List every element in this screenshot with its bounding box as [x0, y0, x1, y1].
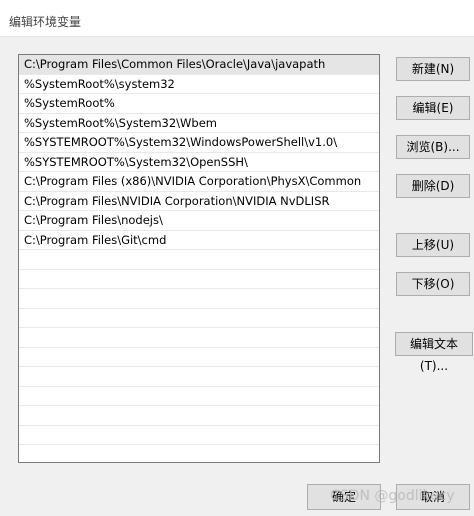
empty-row [19, 250, 379, 270]
list-item-text: %SystemRoot%\system32 [24, 76, 175, 91]
list-item-text: C:\Program Files (x86)\NVIDIA Corporatio… [24, 174, 362, 188]
list-item-text: C:\Program Files\Git\cmd [24, 232, 167, 247]
empty-row [19, 270, 379, 289]
ok-button[interactable]: 确定 [307, 484, 381, 510]
list-item-text: C:\Program Files\nodejs\ [24, 213, 163, 227]
list-item-text: %SystemRoot% [24, 96, 115, 110]
empty-row [19, 406, 379, 426]
list-item[interactable]: %SYSTEMROOT%\System32\WindowsPowerShell\… [19, 133, 379, 153]
path-list[interactable]: C:\Program Files\Common Files\Oracle\Jav… [18, 54, 380, 463]
list-item-text: %SYSTEMROOT%\System32\OpenSSH\ [24, 154, 248, 169]
empty-row [19, 426, 379, 445]
empty-row [19, 309, 379, 328]
list-item[interactable]: C:\Program Files\NVIDIA Corporation\NVID… [19, 192, 379, 211]
delete-button[interactable]: 删除(D) [396, 174, 470, 198]
list-item[interactable]: %SystemRoot%\System32\Wbem [19, 114, 379, 133]
list-item[interactable]: C:\Program Files\nodejs\ [19, 211, 379, 231]
list-item-text: %SYSTEMROOT%\System32\WindowsPowerShell\… [24, 135, 338, 149]
empty-row [19, 387, 379, 406]
new-button[interactable]: 新建(N) [396, 57, 470, 81]
move-down-button[interactable]: 下移(O) [396, 272, 470, 296]
cancel-button[interactable]: 取消 [396, 484, 470, 510]
empty-row [19, 328, 379, 348]
list-item-text: C:\Program Files\NVIDIA Corporation\NVID… [24, 193, 330, 208]
list-item[interactable]: C:\Program Files\Git\cmd [19, 231, 379, 250]
empty-row [19, 348, 379, 367]
empty-row [19, 445, 379, 462]
edit-button[interactable]: 编辑(E) [396, 96, 470, 120]
title-bar: 编辑环境变量 [0, 6, 474, 37]
list-item[interactable]: C:\Program Files (x86)\NVIDIA Corporatio… [19, 172, 379, 192]
list-item-text: %SystemRoot%\System32\Wbem [24, 115, 218, 130]
empty-row [19, 289, 379, 309]
list-item[interactable]: C:\Program Files\Common Files\Oracle\Jav… [19, 55, 379, 75]
dialog-title: 编辑环境变量 [9, 15, 82, 29]
edit-text-button[interactable]: 编辑文本(T)... [395, 332, 473, 373]
list-item[interactable]: %SystemRoot%\system32 [19, 75, 379, 94]
list-item-text: C:\Program Files\Common Files\Oracle\Jav… [24, 57, 326, 71]
list-item[interactable]: %SystemRoot% [19, 94, 379, 114]
browse-button[interactable]: 浏览(B)... [396, 135, 470, 159]
empty-row [19, 367, 379, 387]
list-item[interactable]: %SYSTEMROOT%\System32\OpenSSH\ [19, 153, 379, 172]
move-up-button[interactable]: 上移(U) [396, 233, 470, 257]
